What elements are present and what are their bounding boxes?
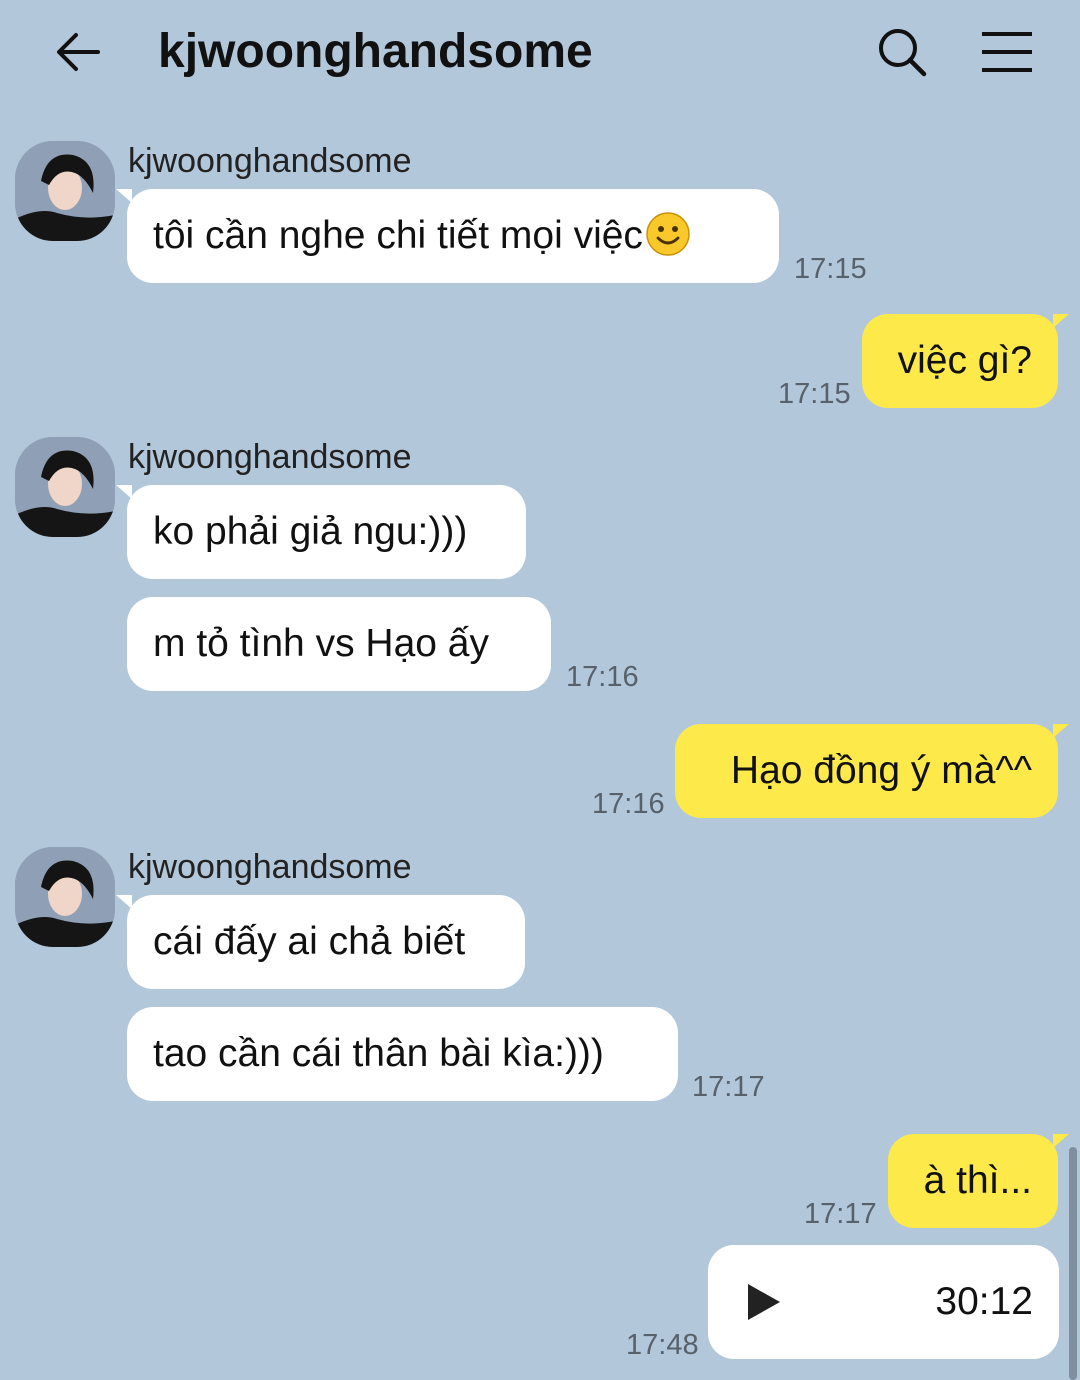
- message-text: m tỏ tình vs Hạo ấy: [153, 622, 489, 665]
- message-text: à thì...: [923, 1159, 1032, 1202]
- message-time: 17:15: [778, 378, 851, 410]
- back-button[interactable]: [48, 22, 108, 82]
- hamburger-menu-icon: [982, 32, 1032, 72]
- play-icon[interactable]: [748, 1284, 780, 1320]
- message-bubble-outgoing[interactable]: Hạo đồng ý mà^^: [675, 724, 1069, 818]
- message-text: ko phải giả ngu:))): [153, 510, 468, 553]
- sender-name: kjwoonghandsome: [128, 142, 412, 180]
- message-time: 17:16: [566, 661, 639, 693]
- message-text: việc gì?: [897, 339, 1032, 382]
- audio-duration: 30:12: [935, 1280, 1033, 1323]
- message-bubble-incoming[interactable]: tôi cần nghe chi tiết mọi việc: [116, 189, 779, 283]
- message-text: tôi cần nghe chi tiết mọi việc: [153, 214, 643, 257]
- message-bubble-outgoing[interactable]: việc gì?: [862, 314, 1069, 408]
- message-time: 17:17: [692, 1071, 765, 1103]
- avatar[interactable]: [15, 847, 115, 947]
- message-text: cái đấy ai chả biết: [153, 920, 466, 963]
- message-bubble-outgoing[interactable]: à thì...: [888, 1134, 1069, 1228]
- message-time: 17:16: [592, 788, 665, 820]
- message-bubble-incoming[interactable]: tao cần cái thân bài kìa:))): [127, 1007, 678, 1101]
- profile-photo: [15, 141, 115, 241]
- profile-photo: [15, 847, 115, 947]
- search-button[interactable]: [872, 22, 932, 82]
- menu-button[interactable]: [974, 22, 1040, 82]
- arrow-left-icon: [57, 33, 100, 71]
- avatar[interactable]: [15, 437, 115, 537]
- message-bubble-incoming[interactable]: m tỏ tình vs Hạo ấy: [127, 597, 551, 691]
- avatar[interactable]: [15, 141, 115, 241]
- search-icon: [879, 29, 927, 77]
- message-time: 17:15: [794, 253, 867, 285]
- message-bubble-incoming[interactable]: cái đấy ai chả biết: [116, 895, 525, 989]
- sender-name: kjwoonghandsome: [128, 438, 412, 476]
- profile-photo: [15, 437, 115, 537]
- chat-title: kjwoonghandsome: [158, 25, 593, 78]
- message-time: 17:48: [626, 1329, 699, 1361]
- message-text: tao cần cái thân bài kìa:))): [153, 1032, 604, 1075]
- message-bubble-incoming[interactable]: ko phải giả ngu:))): [116, 485, 526, 579]
- scrollbar[interactable]: [1069, 1147, 1077, 1380]
- chat-header: kjwoonghandsome: [0, 0, 1080, 105]
- sender-name: kjwoonghandsome: [128, 848, 412, 886]
- smiley-face-icon: [646, 211, 690, 256]
- message-time: 17:17: [804, 1198, 877, 1230]
- message-text: Hạo đồng ý mà^^: [730, 749, 1032, 792]
- audio-message[interactable]: 30:12: [708, 1245, 1059, 1359]
